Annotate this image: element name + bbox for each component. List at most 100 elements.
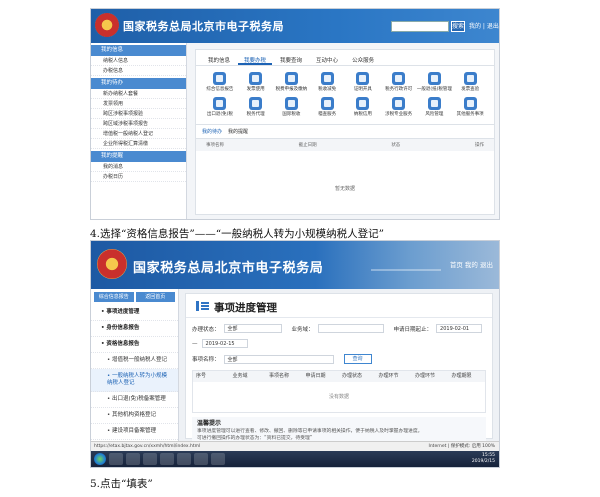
windows-taskbar: 15:55 2019/2/15 [91,451,499,467]
date-label: 申请日期起止： [393,326,433,333]
item-name-select[interactable]: 全部 [223,354,334,364]
domain-select[interactable] [317,324,384,333]
column-header: 事项名称 [206,143,224,148]
status-select[interactable]: 全部 [223,324,282,333]
domain-label: 业务域： [291,326,314,333]
sidebar-section-header[interactable]: 我的信息 [91,45,186,56]
sidebar-nav-button[interactable]: 综合信息报告 [94,292,134,302]
sidebar-item[interactable]: 我的消息 [91,162,186,172]
service-label: 风险管理 [425,112,444,117]
top-links[interactable]: 首页 我的 退出 [450,259,493,269]
tab-item[interactable]: 我的信息 [202,54,236,65]
date-from-input[interactable]: 2019-02-01 [436,324,483,333]
sidebar-item[interactable]: • 事项进度管理 [91,305,178,321]
sidebar-item[interactable]: 跨区涉税事项报验 [91,109,186,119]
service-label: 税务行政许可 [385,87,413,92]
sidebar-item[interactable]: 办税信息 [91,66,186,76]
main-panel: 事项进度管理 办理状态： 全部 业务域： 申请日期起止： 2019-02-01 … [185,293,493,445]
service-label: 出口退(免)税 [206,112,233,117]
service-tile[interactable]: 国际税收 [274,97,310,118]
taskbar-media-icon[interactable] [143,453,157,465]
national-emblem-icon [95,13,119,37]
service-tile[interactable]: 税务行政许可 [381,72,417,93]
service-tile[interactable]: 稽查服务 [309,97,345,118]
todo-tabs: 我的待办 我的提醒 [196,124,494,139]
site-title: 国家税务总局北京市电子税务局 [123,20,284,33]
service-tile[interactable]: 发票使用 [238,72,274,93]
sidebar-item[interactable]: • 增值税一般纳税人登记 [91,353,178,369]
service-tile[interactable]: 其他服务事项 [452,97,488,118]
service-tile[interactable]: 税务代理 [238,97,274,118]
sidebar-section-header[interactable]: 我的待办 [91,78,186,89]
browser-status-bar: https://etax.bjtax.gov.cn/xxmh/html/inde… [91,441,499,451]
sidebar-item[interactable]: • 其他机构资格登记 [91,408,178,424]
sidebar-item[interactable]: 企业所得税汇算清缴 [91,139,186,149]
service-grid: 综合信息报告 发票使用 税费申报及缴纳 税收减免 证明开具 税务行政许可 一般退(抵)税管理… [196,66,494,122]
service-tile[interactable]: 风险管理 [417,97,453,118]
date-to-input[interactable]: 2019-02-15 [201,339,248,348]
subtab-item[interactable]: 我的待办 [202,128,222,135]
tab-item[interactable]: 互动中心 [310,54,344,65]
sidebar-item[interactable]: 新办纳税人套餐 [91,89,186,99]
search-input[interactable] [391,21,449,32]
service-tile[interactable]: 涉税专业服务 [381,97,417,118]
sidebar-item[interactable]: • 建设项目备案管理 [91,424,178,440]
site-header: 国家税务总局北京市电子税务局 首页 我的 退出 [91,241,499,289]
query-button[interactable]: 查询 [343,354,372,364]
service-label: 税费申报及缴纳 [275,87,308,92]
column-header: 业务域 [232,373,248,379]
sidebar-item[interactable]: • 身份信息报告 [91,321,178,337]
taskbar-word-icon[interactable] [194,453,208,465]
sidebar-item[interactable]: • 资格信息报告 [91,337,178,353]
sidebar-menu: • 事项进度管理 • 身份信息报告 • 资格信息报告 • 增值税一般纳税人登记 • 一般… [91,305,178,463]
sidebar-item[interactable]: 发票领用 [91,99,186,109]
taskbar-chrome-icon[interactable] [160,453,174,465]
screenshot-progress-management: 国家税务总局北京市电子税务局 首页 我的 退出 综合信息报告 返回首页 • 事项进… [90,240,500,468]
service-icon [427,72,441,85]
column-header: 事项名称 [269,373,290,379]
taskbar-ie-icon[interactable] [109,453,123,465]
tips-title: 温馨提示 [197,420,222,427]
service-label: 纳税信用 [353,112,372,117]
service-icon [284,97,298,110]
service-icon [463,72,477,85]
sidebar-buttons: 综合信息报告 返回首页 [91,289,178,305]
service-label: 国际税收 [282,112,301,117]
service-tile[interactable]: 证明开具 [345,72,381,93]
start-button-icon[interactable] [94,453,106,465]
empty-text: 没有数据 [328,394,349,400]
service-icon [320,97,334,110]
service-tile[interactable]: 出口退(免)税 [202,97,238,118]
sidebar-item[interactable]: • 出口退(免)税备案管理 [91,392,178,408]
service-tile[interactable]: 税收减免 [309,72,345,93]
service-tile[interactable]: 综合信息报告 [202,72,238,93]
sidebar-item[interactable]: • 一般纳税人转为小规模纳税人登记 [91,369,178,392]
item-name-label: 事项名称： [192,357,220,363]
service-tile[interactable]: 一般退(抵)税管理 [417,72,453,93]
sidebar-nav-button[interactable]: 返回首页 [135,292,175,302]
table-header: 序号 业务域 事项名称 申请日期 办理状态 办理环节 办理环节 办理期限 [193,371,485,382]
tab-item[interactable]: 我要查询 [274,54,308,65]
subtab-item[interactable]: 我的提醒 [228,128,248,135]
tab-item[interactable]: 公众服务 [346,54,380,65]
service-icon [356,97,370,110]
service-icon [213,97,227,110]
sidebar-item[interactable]: 办税日历 [91,172,186,182]
service-tile[interactable]: 发票查验 [452,72,488,93]
search-button[interactable]: 搜索 [451,21,465,32]
taskbar-qq-icon[interactable] [211,453,225,465]
sidebar-item[interactable]: 增值税一般纳税人登记 [91,129,186,139]
service-tile[interactable]: 纳税信用 [345,97,381,118]
top-links[interactable]: 我的 | 退出 [469,21,499,30]
todo-table-header: 事项名称 截止日期 状态 操作 [196,139,494,151]
service-tile[interactable]: 税费申报及缴纳 [274,72,310,93]
service-label: 发票查验 [461,87,480,92]
service-label: 稽查服务 [318,112,337,117]
taskbar-folder-icon[interactable] [126,453,140,465]
sidebar-section-header[interactable]: 我的提醒 [91,151,186,162]
taskbar-app-icon[interactable] [177,453,191,465]
tab-item[interactable]: 我要办税 [238,54,273,65]
sidebar-item[interactable]: 纳税人信息 [91,56,186,66]
service-icon [392,97,406,110]
sidebar-item[interactable]: 跨区域涉税事项报告 [91,119,186,129]
